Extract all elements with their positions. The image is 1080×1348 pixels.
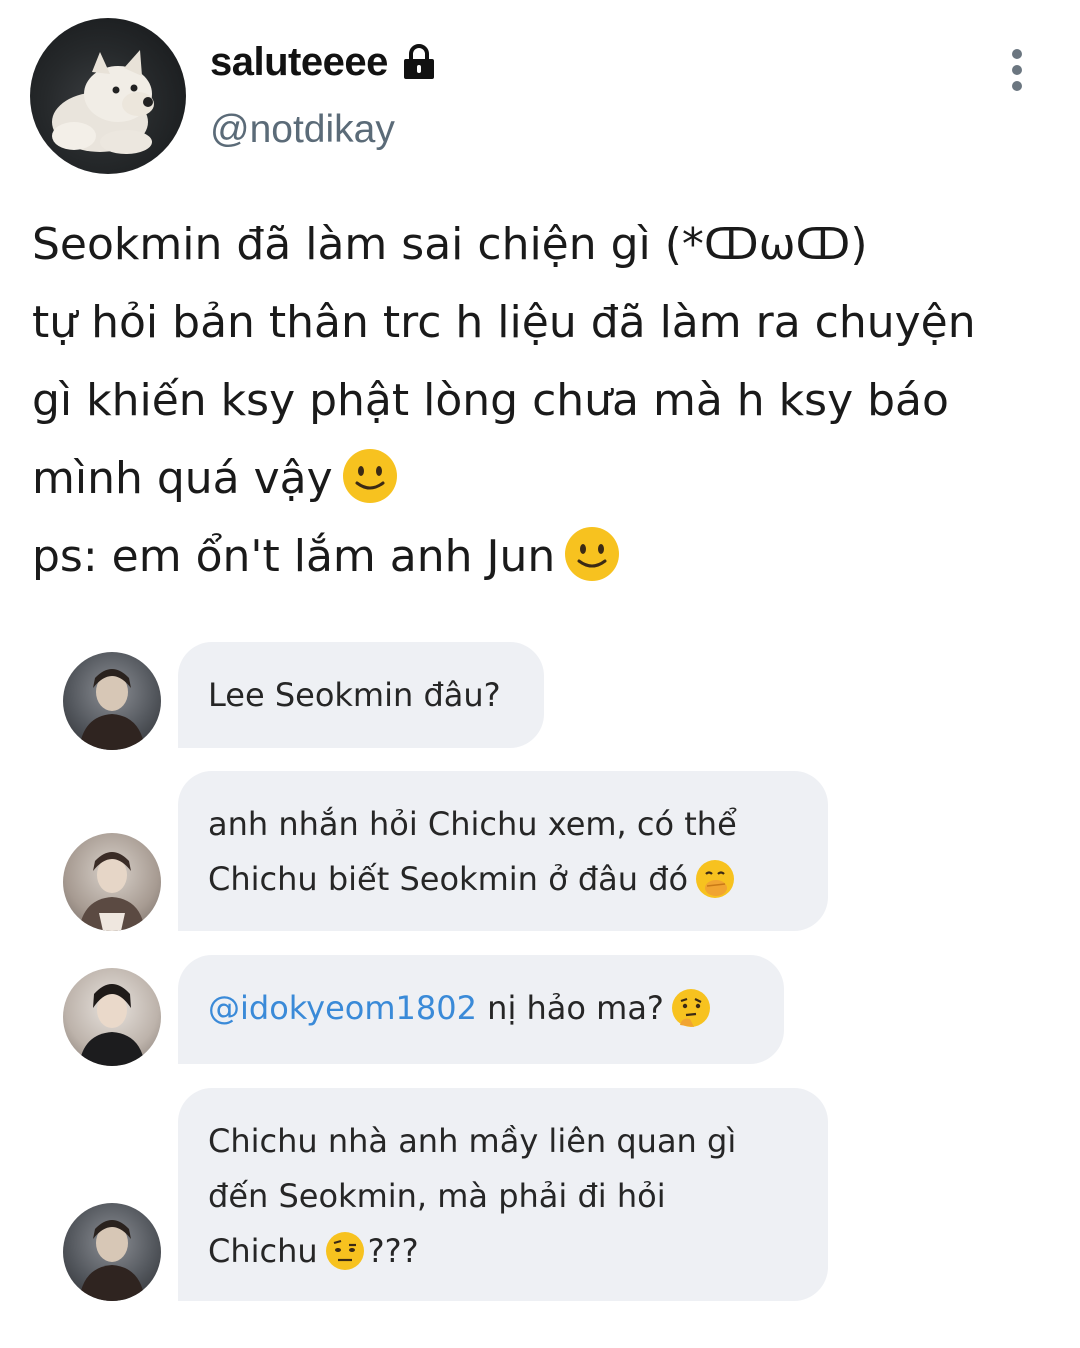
message-text: Lee Seokmin đâu? xyxy=(208,676,501,714)
message-text: Chichu nhà anh mầy liên quan gì xyxy=(208,1122,737,1160)
profile-avatar[interactable] xyxy=(30,18,186,174)
slightly-smiling-emoji xyxy=(342,449,397,503)
tweet-line: tự hỏi bản thân trc h liệu đã làm ra chu… xyxy=(32,297,976,348)
chat-bubble: Lee Seokmin đâu? xyxy=(178,642,544,748)
thinking-emoji xyxy=(671,989,710,1027)
message-line-with-emoji: Chichu biết Seokmin ở đâu đó xyxy=(208,852,798,907)
hand-over-mouth-emoji xyxy=(696,860,735,898)
chat-avatar xyxy=(63,968,161,1066)
raised-eyebrow-emoji xyxy=(325,1232,364,1270)
message-text: Chichu xyxy=(208,1232,318,1270)
chat-bubble: Chichu nhà anh mầy liên quan gì đến Seok… xyxy=(178,1088,828,1301)
message-text: đến Seokmin, mà phải đi hỏi xyxy=(208,1177,666,1215)
chat-avatar xyxy=(63,652,161,750)
chat-bubble: anh nhắn hỏi Chichu xem, có thể Chichu b… xyxy=(178,771,828,931)
tweet-line: mình quá vậy xyxy=(32,453,333,504)
tweet-text: Seokmin đã làm sai chiện gì (*ↀωↀ) tự hỏ… xyxy=(32,206,1062,596)
lock-icon xyxy=(404,44,434,79)
more-vertical-icon[interactable] xyxy=(1002,48,1032,92)
slightly-smiling-emoji xyxy=(565,527,620,581)
tweet-line: ps: em ổn't lắm anh Jun xyxy=(32,531,556,582)
chat-avatar xyxy=(63,1203,161,1301)
chat-bubble: @idokyeom1802 nị hảo ma? xyxy=(178,955,784,1064)
message-text: anh nhắn hỏi Chichu xem, có thể xyxy=(208,805,737,843)
user-handle[interactable]: @notdikay xyxy=(210,108,395,152)
tweet-line-with-emoji: mình quá vậy xyxy=(32,440,1062,518)
chat-avatar xyxy=(63,833,161,931)
dog-avatar xyxy=(52,50,154,154)
message-text: nị hảo ma? xyxy=(476,989,664,1027)
tweet-line: Seokmin đã làm sai chiện gì (*ↀωↀ) xyxy=(32,219,868,270)
message-text: Chichu biết Seokmin ở đâu đó xyxy=(208,860,689,898)
message-line-with-emoji: @idokyeom1802 nị hảo ma? xyxy=(208,981,754,1036)
tweet-line: gì khiến ksy phật lòng chưa mà h ksy báo xyxy=(32,375,949,426)
mention-link[interactable]: @idokyeom1802 xyxy=(208,989,477,1027)
display-name[interactable]: saluteeee xyxy=(210,40,388,85)
message-text: ??? xyxy=(367,1232,419,1270)
tweet-line-with-emoji: ps: em ổn't lắm anh Jun xyxy=(32,518,1062,596)
message-line-with-emoji: Chichu??? xyxy=(208,1224,798,1279)
